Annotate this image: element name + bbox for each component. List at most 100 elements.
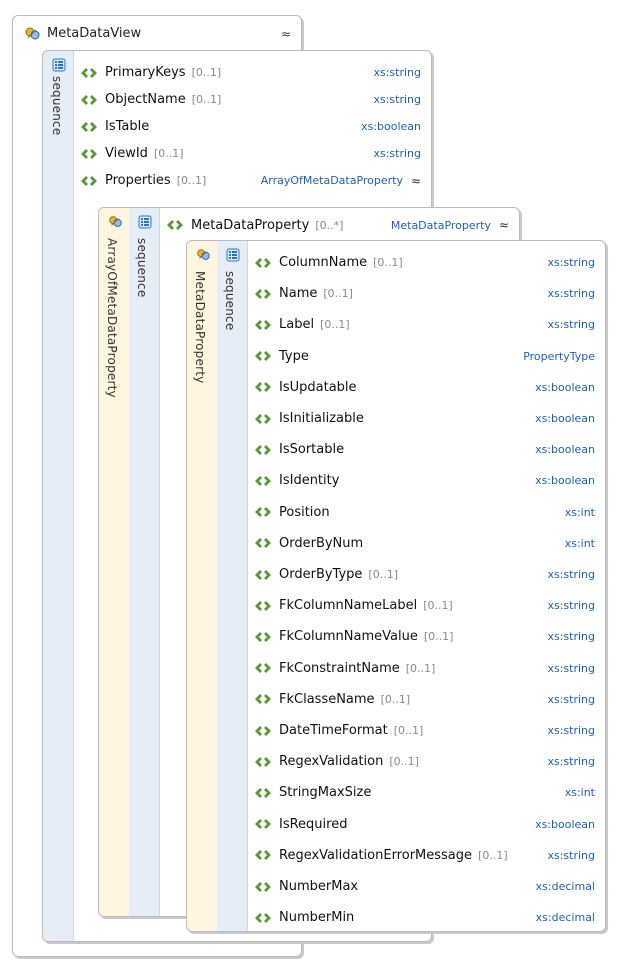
element-name: Position bbox=[279, 504, 330, 520]
element-type: xs:string bbox=[547, 287, 595, 301]
sequence-icon bbox=[51, 57, 67, 73]
element-row[interactable]: IsInitializable xs:boolean bbox=[253, 403, 605, 434]
metadataview-title: MetaDataView bbox=[47, 26, 142, 41]
element-multiplicity: [0..1] bbox=[423, 599, 453, 613]
element-row[interactable]: OrderByNum xs:int bbox=[253, 528, 605, 559]
element-row[interactable]: RegexValidation [0..1] xs:string bbox=[253, 746, 605, 777]
element-row[interactable]: DateTimeFormat [0..1] xs:string bbox=[253, 715, 605, 746]
element-row[interactable]: RegexValidationErrorMessage [0..1] xs:stri… bbox=[253, 840, 605, 871]
element-icon bbox=[253, 444, 273, 456]
element-type: xs:string bbox=[547, 724, 595, 737]
element-icon bbox=[79, 67, 99, 79]
element-row[interactable]: FkConstraintName [0..1] xs:string bbox=[253, 653, 605, 684]
collapse-chevron-icon[interactable]: ≈ bbox=[499, 219, 509, 231]
element-type: PropertyType bbox=[523, 349, 595, 363]
element-type: xs:string bbox=[547, 630, 595, 644]
element-name: MetaDataProperty bbox=[191, 217, 310, 233]
element-type: xs:string bbox=[547, 568, 595, 581]
element-multiplicity: [0..1] bbox=[389, 755, 419, 769]
element-type: xs:string bbox=[547, 318, 595, 332]
element-name: IsIdentity bbox=[279, 473, 340, 489]
element-icon bbox=[79, 175, 99, 187]
element-icon bbox=[253, 288, 273, 300]
element-row[interactable]: ColumnName [0..1] xs:string bbox=[253, 247, 605, 278]
element-multiplicity: [0..1] bbox=[191, 66, 222, 79]
element-multiplicity: [0..1] bbox=[373, 256, 403, 269]
element-name: OrderByNum bbox=[279, 535, 364, 551]
element-type: xs:string bbox=[373, 66, 421, 79]
element-row[interactable]: NumberMax xs:decimal bbox=[253, 871, 605, 902]
element-row[interactable]: FkColumnNameLabel [0..1] xs:string bbox=[253, 590, 605, 621]
element-multiplicity: [0..1] bbox=[478, 848, 508, 862]
element-name: Properties bbox=[105, 173, 171, 188]
element-icon bbox=[253, 413, 273, 425]
element-name: Label bbox=[279, 317, 315, 333]
meta-sequence-label: sequence bbox=[223, 271, 237, 331]
element-name: FkColumnNameValue bbox=[279, 629, 418, 645]
element-row[interactable]: IsRequired xs:boolean bbox=[253, 809, 605, 840]
element-row[interactable]: FkColumnNameValue [0..1] xs:string bbox=[253, 621, 605, 652]
element-type: xs:string bbox=[547, 755, 595, 769]
element-icon bbox=[79, 148, 99, 160]
metadataview-header[interactable]: MetaDataView ≈ bbox=[13, 16, 301, 52]
element-type: xs:boolean bbox=[535, 817, 595, 831]
element-name: IsRequired bbox=[279, 816, 348, 832]
element-name: DateTimeFormat bbox=[279, 723, 388, 738]
element-type: xs:boolean bbox=[535, 443, 595, 457]
element-icon bbox=[253, 787, 273, 799]
element-name: NumberMin bbox=[279, 910, 355, 926]
element-name: FkClasseName bbox=[279, 691, 375, 707]
element-row[interactable]: Type PropertyType bbox=[253, 341, 605, 372]
element-icon bbox=[253, 756, 273, 768]
element-icon bbox=[253, 257, 273, 269]
collapse-chevron-icon[interactable]: ≈ bbox=[411, 175, 421, 187]
element-icon bbox=[253, 662, 273, 674]
sequence-icon bbox=[137, 214, 153, 230]
element-name: OrderByType bbox=[279, 567, 363, 582]
element-icon bbox=[79, 121, 99, 133]
element-name: FkConstraintName bbox=[279, 660, 400, 676]
element-row[interactable]: OrderByType [0..1] xs:string bbox=[253, 559, 605, 590]
element-name: IsTable bbox=[105, 119, 150, 134]
element-icon bbox=[253, 475, 273, 487]
element-type: xs:string bbox=[373, 93, 421, 106]
sequence-icon bbox=[225, 247, 241, 263]
element-type: xs:decimal bbox=[535, 911, 595, 925]
element-icon bbox=[253, 849, 273, 861]
element-name: Name bbox=[279, 286, 318, 302]
element-name: RegexValidation bbox=[279, 754, 384, 770]
element-row[interactable]: IsSortable xs:boolean bbox=[253, 434, 605, 465]
complex-type-icon bbox=[23, 25, 41, 43]
element-type: xs:int bbox=[564, 786, 595, 800]
element-name: ObjectName bbox=[105, 92, 186, 107]
element-row[interactable]: Properties [0..1] ArrayOfMetaDataProperty ≈ bbox=[79, 165, 431, 196]
collapse-chevron-icon[interactable]: ≈ bbox=[281, 28, 291, 40]
element-multiplicity: [0..1] bbox=[368, 568, 398, 581]
element-name: ColumnName bbox=[279, 255, 368, 270]
element-multiplicity: [0..1] bbox=[191, 93, 222, 106]
element-row[interactable]: StringMaxSize xs:int bbox=[253, 777, 605, 808]
element-icon bbox=[253, 912, 273, 924]
element-multiplicity: [0..1] bbox=[423, 630, 454, 644]
element-row[interactable]: FkClasseName [0..1] xs:string bbox=[253, 684, 605, 715]
element-multiplicity: [0..1] bbox=[153, 147, 184, 160]
element-type: xs:string bbox=[547, 256, 595, 269]
element-row[interactable]: NumberMin xs:decimal bbox=[253, 902, 605, 933]
element-icon bbox=[253, 319, 273, 331]
element-icon bbox=[253, 725, 273, 737]
element-row[interactable]: IsIdentity xs:boolean bbox=[253, 465, 605, 496]
element-row[interactable]: Position xs:int bbox=[253, 497, 605, 528]
element-type: xs:boolean bbox=[535, 412, 595, 425]
element-row[interactable]: IsUpdatable xs:boolean bbox=[253, 372, 605, 403]
element-row[interactable]: Name [0..1] xs:string bbox=[253, 278, 605, 309]
element-type: xs:decimal bbox=[535, 880, 595, 893]
element-icon bbox=[253, 569, 273, 581]
array-complex-label: ArrayOfMetaDataProperty bbox=[105, 238, 119, 398]
metadataproperty-element-row[interactable]: MetaDataProperty [0..*] MetaDataProperty… bbox=[165, 212, 519, 238]
element-type: xs:string bbox=[547, 692, 595, 706]
element-icon bbox=[253, 537, 273, 549]
element-icon bbox=[253, 350, 273, 362]
element-icon bbox=[253, 881, 273, 893]
element-type: xs:string bbox=[547, 661, 595, 675]
element-row[interactable]: Label [0..1] xs:string bbox=[253, 309, 605, 340]
